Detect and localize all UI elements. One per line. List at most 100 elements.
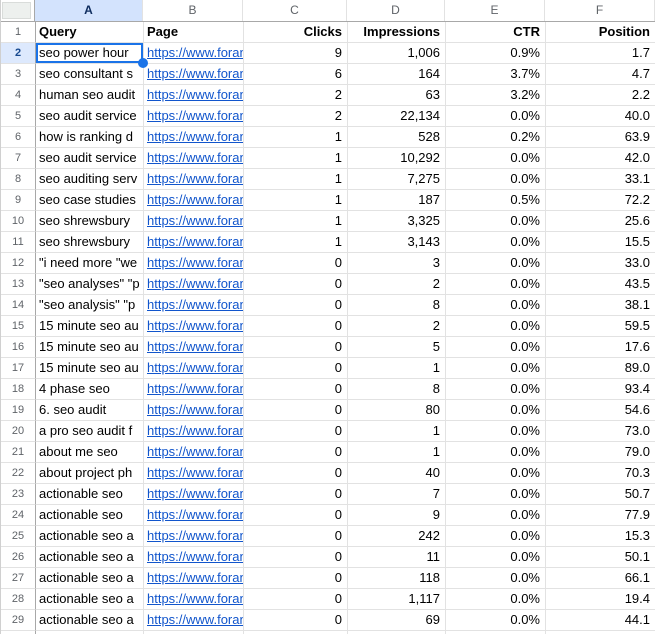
cell-ctr[interactable]: 0.0% xyxy=(446,589,546,610)
page-link[interactable]: https://www.foran xyxy=(144,169,244,190)
page-link[interactable]: https://www.foran xyxy=(144,253,244,274)
page-link[interactable]: https://www.foran xyxy=(144,379,244,400)
cell-clicks[interactable]: 6 xyxy=(244,64,348,85)
cell-clicks[interactable]: 0 xyxy=(244,379,348,400)
cell-impressions[interactable]: 63 xyxy=(348,85,446,106)
cell-query[interactable]: "seo analyses" "p xyxy=(36,274,144,295)
cell-position[interactable]: 44.1 xyxy=(546,610,655,631)
page-link[interactable]: https://www.foran xyxy=(144,64,244,85)
cell-ctr[interactable]: 0.0% xyxy=(446,295,546,316)
row-header-22[interactable]: 22 xyxy=(1,463,36,484)
page-link[interactable]: https://www.foran xyxy=(144,295,244,316)
cell-query[interactable]: seo case studies xyxy=(36,190,144,211)
column-header-b[interactable]: B xyxy=(143,0,243,21)
cell-position[interactable]: 89.0 xyxy=(546,358,655,379)
cell-impressions[interactable]: 22,134 xyxy=(348,106,446,127)
cell-ctr[interactable]: 0.0% xyxy=(446,400,546,421)
page-link[interactable]: https://www.foran xyxy=(144,484,244,505)
cell-ctr[interactable]: 0.0% xyxy=(446,463,546,484)
header-cell-page[interactable]: Page xyxy=(144,22,244,43)
cell-position[interactable]: 19.4 xyxy=(546,589,655,610)
cell-clicks[interactable]: 0 xyxy=(244,253,348,274)
cell-clicks[interactable]: 2 xyxy=(244,106,348,127)
cell-ctr[interactable]: 0.0% xyxy=(446,232,546,253)
page-link[interactable]: https://www.foran xyxy=(144,232,244,253)
cell-impressions[interactable]: 8 xyxy=(348,379,446,400)
cell-impressions[interactable]: 2 xyxy=(348,274,446,295)
cell-position[interactable]: 15.3 xyxy=(546,526,655,547)
cell-clicks[interactable]: 1 xyxy=(244,169,348,190)
selection-handle[interactable] xyxy=(138,58,148,68)
cell-position[interactable]: 93.4 xyxy=(546,379,655,400)
page-link[interactable]: https://www.foran xyxy=(144,127,244,148)
row-header-12[interactable]: 12 xyxy=(1,253,36,274)
page-link[interactable]: https://www.foran xyxy=(144,547,244,568)
cell-ctr[interactable]: 0.0% xyxy=(446,421,546,442)
cell-query[interactable]: actionable seo a xyxy=(36,589,144,610)
cell-impressions[interactable]: 2 xyxy=(348,316,446,337)
cell-clicks[interactable]: 0 xyxy=(244,274,348,295)
cell-clicks[interactable]: 0 xyxy=(244,568,348,589)
cell-ctr[interactable]: 0.0% xyxy=(446,358,546,379)
row-header-11[interactable]: 11 xyxy=(1,232,36,253)
page-link[interactable]: https://www.foran xyxy=(144,337,244,358)
cell-impressions[interactable]: 10,292 xyxy=(348,148,446,169)
cell-query[interactable]: about me seo xyxy=(36,442,144,463)
cell-query[interactable]: "i need more "we xyxy=(36,253,144,274)
cell-position[interactable]: 42.0 xyxy=(546,148,655,169)
row-header-1[interactable]: 1 xyxy=(1,22,36,43)
row-header-28[interactable]: 28 xyxy=(1,589,36,610)
cell-ctr[interactable]: 0.0% xyxy=(446,505,546,526)
cell-clicks[interactable]: 0 xyxy=(244,358,348,379)
cell-query[interactable]: "seo analysis" "p xyxy=(36,295,144,316)
row-header-15[interactable]: 15 xyxy=(1,316,36,337)
column-header-f[interactable]: F xyxy=(545,0,655,21)
column-header-d[interactable]: D xyxy=(347,0,445,21)
row-header-25[interactable]: 25 xyxy=(1,526,36,547)
cell-ctr[interactable]: 0.9% xyxy=(446,43,546,64)
cell-impressions[interactable]: 1 xyxy=(348,442,446,463)
cell-ctr[interactable]: 3.7% xyxy=(446,64,546,85)
cell-position[interactable]: 72.2 xyxy=(546,190,655,211)
cell-ctr[interactable]: 0.0% xyxy=(446,442,546,463)
cell-position[interactable]: 66.1 xyxy=(546,568,655,589)
cell-position[interactable]: 25.6 xyxy=(546,211,655,232)
row-header-2[interactable]: 2 xyxy=(1,43,36,64)
cell-query[interactable]: seo audit service xyxy=(36,106,144,127)
cell-clicks[interactable]: 0 xyxy=(244,589,348,610)
header-cell-impressions[interactable]: Impressions xyxy=(348,22,446,43)
row-header-21[interactable]: 21 xyxy=(1,442,36,463)
cell-impressions[interactable]: 11 xyxy=(348,547,446,568)
row-header-6[interactable]: 6 xyxy=(1,127,36,148)
page-link[interactable]: https://www.foran xyxy=(144,589,244,610)
cell-query[interactable]: seo shrewsbury xyxy=(36,232,144,253)
cell-clicks[interactable]: 0 xyxy=(244,463,348,484)
cell-clicks[interactable]: 1 xyxy=(244,211,348,232)
cell-ctr[interactable]: 0.0% xyxy=(446,169,546,190)
cell-impressions[interactable]: 1 xyxy=(348,421,446,442)
cell-position[interactable]: 70.3 xyxy=(546,463,655,484)
page-link[interactable]: https://www.foran xyxy=(144,610,244,631)
cell-query[interactable]: a pro seo audit f xyxy=(36,421,144,442)
cell-ctr[interactable]: 0.0% xyxy=(446,274,546,295)
header-cell-ctr[interactable]: CTR xyxy=(446,22,546,43)
cell-impressions[interactable]: 80 xyxy=(348,400,446,421)
page-link[interactable]: https://www.foran xyxy=(144,463,244,484)
cell-clicks[interactable]: 0 xyxy=(244,547,348,568)
cell-position[interactable]: 50.7 xyxy=(546,484,655,505)
cell-ctr[interactable]: 0.0% xyxy=(446,568,546,589)
page-link[interactable]: https://www.foran xyxy=(144,421,244,442)
cell-impressions[interactable]: 8 xyxy=(348,295,446,316)
column-header-e[interactable]: E xyxy=(445,0,545,21)
page-link[interactable]: https://www.foran xyxy=(144,505,244,526)
cell-ctr[interactable]: 3.2% xyxy=(446,85,546,106)
cell-ctr[interactable]: 0.5% xyxy=(446,190,546,211)
column-header-c[interactable]: C xyxy=(243,0,347,21)
cell-ctr[interactable]: 0.0% xyxy=(446,253,546,274)
page-link[interactable]: https://www.foran xyxy=(144,400,244,421)
row-header-18[interactable]: 18 xyxy=(1,379,36,400)
page-link[interactable]: https://www.foran xyxy=(144,43,244,64)
cell-position[interactable]: 40.0 xyxy=(546,106,655,127)
cell-query[interactable]: actionable seo a xyxy=(36,526,144,547)
cell-query[interactable]: seo consultant s xyxy=(36,64,144,85)
